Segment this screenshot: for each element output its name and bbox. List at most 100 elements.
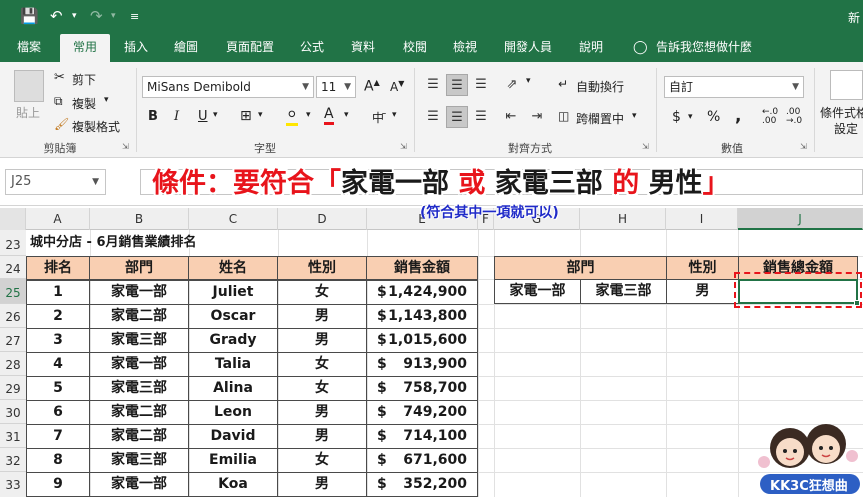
tab-help[interactable]: 說明 bbox=[573, 34, 609, 62]
save-icon[interactable]: 💾 bbox=[20, 7, 39, 25]
rank-cell[interactable]: 5 bbox=[26, 376, 90, 401]
tab-review[interactable]: 校閱 bbox=[397, 34, 433, 62]
align-left-icon[interactable]: ☰ bbox=[422, 106, 444, 128]
header-name[interactable]: 姓名 bbox=[188, 256, 278, 280]
column-header-d[interactable]: D bbox=[278, 208, 367, 230]
row-header-33[interactable]: 33 bbox=[0, 472, 26, 497]
font-color-dropdown-icon[interactable]: ▾ bbox=[344, 110, 349, 120]
comma-button[interactable]: , bbox=[735, 106, 741, 126]
number-format-select[interactable]: 自訂 ▼ bbox=[664, 76, 804, 98]
column-header-c[interactable]: C bbox=[189, 208, 278, 230]
border-dropdown-icon[interactable]: ▾ bbox=[258, 110, 263, 120]
sales-cell[interactable]: $758,700 bbox=[366, 376, 478, 401]
gender-cell[interactable]: 女 bbox=[277, 448, 367, 473]
currency-dropdown-icon[interactable]: ▾ bbox=[688, 112, 693, 122]
gender-cell[interactable]: 男 bbox=[277, 424, 367, 449]
orientation-dropdown-icon[interactable]: ▾ bbox=[526, 76, 531, 86]
gender-cell[interactable]: 男 bbox=[277, 304, 367, 329]
tab-page-layout[interactable]: 頁面配置 bbox=[222, 34, 278, 62]
name-cell[interactable]: Juliet bbox=[188, 280, 278, 305]
tab-file[interactable]: 檔案 bbox=[8, 34, 50, 62]
row-header-25[interactable]: 25 bbox=[0, 279, 26, 304]
orientation-icon[interactable]: ⇗ bbox=[500, 74, 524, 96]
sales-cell[interactable]: $1,143,800 bbox=[366, 304, 478, 329]
name-cell[interactable]: David bbox=[188, 424, 278, 449]
header-rank[interactable]: 排名 bbox=[26, 256, 90, 280]
criteria-department-1[interactable]: 家電一部 bbox=[494, 279, 581, 304]
rank-cell[interactable]: 9 bbox=[26, 472, 90, 497]
undo-dropdown-icon[interactable]: ▾ bbox=[72, 11, 77, 21]
cut-button[interactable]: 剪下 bbox=[72, 71, 96, 88]
rank-cell[interactable]: 1 bbox=[26, 280, 90, 305]
column-header-a[interactable]: A bbox=[26, 208, 90, 230]
sales-cell[interactable]: $352,200 bbox=[366, 472, 478, 497]
font-launcher-icon[interactable]: ⇲ bbox=[400, 142, 407, 151]
font-name-select[interactable]: MiSans Demibold ▼ bbox=[142, 76, 314, 98]
fill-color-icon[interactable]: ⚪ bbox=[286, 107, 298, 126]
column-header-j[interactable]: J bbox=[738, 208, 863, 230]
phonetic-icon[interactable]: 中̄ bbox=[372, 109, 384, 126]
rank-cell[interactable]: 6 bbox=[26, 400, 90, 425]
wrap-text-button[interactable]: 自動換行 bbox=[576, 78, 624, 95]
tab-insert[interactable]: 插入 bbox=[118, 34, 154, 62]
gender-cell[interactable]: 女 bbox=[277, 352, 367, 377]
rank-cell[interactable]: 2 bbox=[26, 304, 90, 329]
department-cell[interactable]: 家電一部 bbox=[89, 472, 189, 497]
gender-cell[interactable]: 男 bbox=[277, 328, 367, 353]
merge-dropdown-icon[interactable]: ▾ bbox=[632, 111, 637, 121]
row-header-26[interactable]: 26 bbox=[0, 304, 26, 328]
underline-button[interactable]: U bbox=[198, 109, 208, 124]
increase-decimal-icon[interactable]: ←.0.00 bbox=[762, 108, 778, 126]
bold-button[interactable]: B bbox=[148, 109, 158, 124]
criteria-header-department[interactable]: 部門 bbox=[494, 256, 667, 280]
merge-center-button[interactable]: 跨欄置中 bbox=[576, 110, 624, 127]
tab-developer[interactable]: 開發人員 bbox=[500, 34, 556, 62]
row-header-29[interactable]: 29 bbox=[0, 376, 26, 400]
format-painter-button[interactable]: 複製格式 bbox=[72, 118, 120, 135]
department-cell[interactable]: 家電二部 bbox=[89, 304, 189, 329]
phonetic-dropdown-icon[interactable]: ▾ bbox=[392, 110, 397, 120]
row-header-30[interactable]: 30 bbox=[0, 400, 26, 424]
column-header-i[interactable]: I bbox=[666, 208, 738, 230]
row-header-32[interactable]: 32 bbox=[0, 448, 26, 472]
border-icon[interactable]: ⊞ bbox=[240, 108, 252, 124]
name-cell[interactable]: Alina bbox=[188, 376, 278, 401]
conditional-format-icon[interactable] bbox=[830, 70, 863, 100]
department-cell[interactable]: 家電一部 bbox=[89, 352, 189, 377]
sales-cell[interactable]: $1,424,900 bbox=[366, 280, 478, 305]
gender-cell[interactable]: 女 bbox=[277, 376, 367, 401]
underline-dropdown-icon[interactable]: ▾ bbox=[213, 110, 218, 120]
font-color-icon[interactable]: A bbox=[324, 106, 334, 125]
name-cell[interactable]: Emilia bbox=[188, 448, 278, 473]
clipboard-launcher-icon[interactable]: ⇲ bbox=[122, 142, 129, 151]
alignment-launcher-icon[interactable]: ⇲ bbox=[642, 142, 649, 151]
tab-draw[interactable]: 繪圖 bbox=[168, 34, 204, 62]
department-cell[interactable]: 家電三部 bbox=[89, 376, 189, 401]
select-all-corner[interactable] bbox=[0, 208, 26, 230]
header-gender[interactable]: 性別 bbox=[277, 256, 367, 280]
criteria-department-2[interactable]: 家電三部 bbox=[580, 279, 667, 304]
rank-cell[interactable]: 4 bbox=[26, 352, 90, 377]
criteria-gender[interactable]: 男 bbox=[666, 279, 739, 304]
redo-dropdown-icon[interactable]: ▾ bbox=[111, 11, 116, 21]
decrease-font-icon[interactable]: A▼ bbox=[390, 79, 404, 94]
tell-me-search[interactable]: 告訴我您想做什麼 bbox=[656, 34, 760, 62]
department-cell[interactable]: 家電二部 bbox=[89, 400, 189, 425]
align-bottom-icon[interactable]: ☰ bbox=[470, 74, 492, 96]
sales-cell[interactable]: $671,600 bbox=[366, 448, 478, 473]
currency-button[interactable]: $ bbox=[672, 109, 681, 125]
name-cell[interactable]: Leon bbox=[188, 400, 278, 425]
align-middle-icon[interactable]: ☰ bbox=[446, 74, 468, 96]
name-cell[interactable]: Koa bbox=[188, 472, 278, 497]
percent-button[interactable]: % bbox=[707, 109, 720, 125]
increase-font-icon[interactable]: A▲ bbox=[364, 78, 380, 95]
gender-cell[interactable]: 女 bbox=[277, 280, 367, 305]
rank-cell[interactable]: 8 bbox=[26, 448, 90, 473]
department-cell[interactable]: 家電三部 bbox=[89, 328, 189, 353]
department-cell[interactable]: 家電二部 bbox=[89, 424, 189, 449]
italic-button[interactable]: I bbox=[174, 109, 179, 124]
decrease-indent-icon[interactable]: ⇤ bbox=[500, 106, 522, 128]
tab-data[interactable]: 資料 bbox=[345, 34, 381, 62]
gender-cell[interactable]: 男 bbox=[277, 400, 367, 425]
name-cell[interactable]: Oscar bbox=[188, 304, 278, 329]
